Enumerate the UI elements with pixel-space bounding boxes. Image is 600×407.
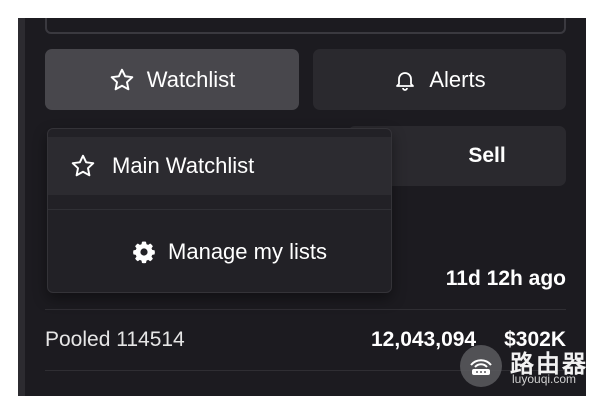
last-activity-time: 11d 12h ago <box>445 267 566 290</box>
watchlist-button-label: Watchlist <box>146 66 236 92</box>
sell-button-label: Sell <box>468 144 506 167</box>
watchlist-button[interactable]: Watchlist <box>45 49 299 110</box>
gear-icon <box>132 240 156 264</box>
watchlist-dropdown: Main Watchlist Manage my lists <box>47 128 392 293</box>
trade-panel: Watchlist Alerts Sell 11d 12h ago Pooled… <box>18 18 586 396</box>
dropdown-divider <box>48 209 391 210</box>
star-icon <box>109 67 135 93</box>
holder-amount: 12,043,094 <box>371 328 477 351</box>
divider <box>45 309 566 310</box>
router-logo-icon <box>460 345 502 387</box>
bell-icon <box>393 67 417 93</box>
holder-name: Pooled 114514 <box>45 328 185 351</box>
dropdown-item-manage-lists[interactable]: Manage my lists <box>48 227 391 277</box>
top-input-field[interactable] <box>45 18 566 34</box>
alerts-button-label: Alerts <box>429 66 486 92</box>
star-icon <box>70 153 96 179</box>
watermark-url: luyouqi.com <box>512 372 577 386</box>
alerts-button[interactable]: Alerts <box>313 49 566 110</box>
dropdown-item-main-watchlist[interactable]: Main Watchlist <box>48 137 391 195</box>
dropdown-item-label: Manage my lists <box>168 239 327 264</box>
dropdown-item-label: Main Watchlist <box>112 153 255 178</box>
